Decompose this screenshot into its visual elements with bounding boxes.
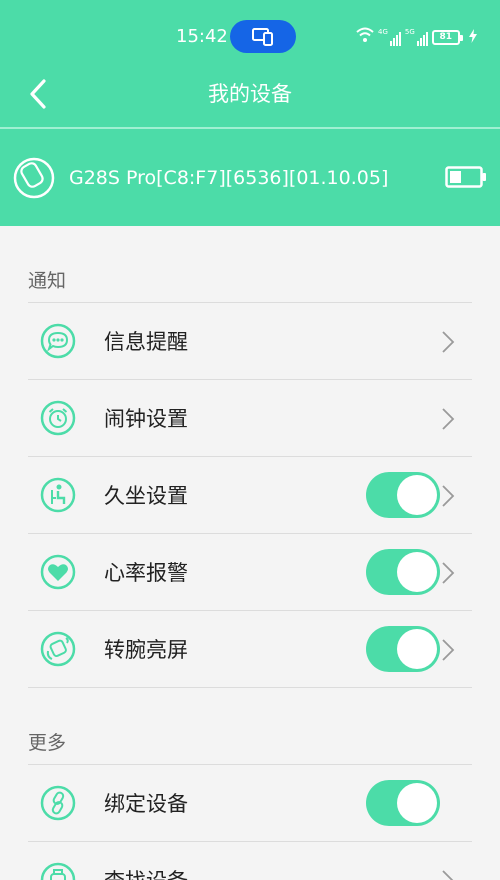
header-bar: 15:42 4G 5G 81 我的设备 G28S Pro[C8:F7][6536… [0, 0, 500, 226]
toggle-knob [397, 475, 437, 515]
row-label: 绑定设备 [104, 792, 188, 816]
device-name: G28S Pro[C8:F7][6536][01.10.05] [69, 167, 389, 189]
chevron-right-icon [440, 407, 456, 431]
wrist-turn-row[interactable]: 转腕亮屏 [28, 611, 472, 687]
status-icons: 4G 5G 81 [356, 24, 477, 50]
heart-rate-alarm-row[interactable]: 心率报警 [28, 534, 472, 610]
battery-icon: 81 [431, 29, 463, 45]
row-label: 久坐设置 [104, 484, 188, 508]
sedentary-settings-row[interactable]: 久坐设置 [28, 457, 472, 533]
find-device-icon [40, 862, 76, 880]
phone-link-icon[interactable] [230, 20, 296, 53]
header-divider [0, 127, 500, 129]
row-label: 查找设备 [104, 866, 188, 880]
message-reminder-row[interactable]: 信息提醒 [28, 303, 472, 379]
alarm-clock-icon [40, 400, 76, 436]
wrist-turn-toggle[interactable] [366, 626, 440, 672]
page-title: 我的设备 [208, 82, 292, 106]
sedentary-icon [40, 477, 76, 513]
toggle-knob [397, 552, 437, 592]
wrist-turn-icon [40, 631, 76, 667]
link-icon [40, 785, 76, 821]
watch-icon [12, 156, 56, 200]
toggle-knob [397, 629, 437, 669]
toggle-knob [397, 783, 437, 823]
row-label: 信息提醒 [104, 330, 188, 354]
row-label: 转腕亮屏 [104, 638, 188, 662]
chevron-right-icon [440, 484, 456, 508]
wifi-icon [356, 27, 374, 47]
chevron-right-icon [440, 561, 456, 585]
battery-low-icon [445, 166, 487, 188]
message-icon [40, 323, 76, 359]
section-header-more: 更多 [28, 732, 67, 754]
section-header-notifications: 通知 [28, 270, 67, 292]
status-time: 15:42 [176, 26, 228, 47]
heart-icon [40, 554, 76, 590]
signal-icon: 4G [378, 28, 401, 46]
chevron-right-icon [440, 638, 456, 662]
row-label: 心率报警 [104, 561, 188, 585]
heart-rate-alarm-toggle[interactable] [366, 549, 440, 595]
sedentary-toggle[interactable] [366, 472, 440, 518]
row-label: 闹钟设置 [104, 407, 188, 431]
network-1-label: 4G [378, 28, 388, 36]
back-arrow-icon[interactable] [18, 74, 58, 114]
chevron-right-icon [440, 330, 456, 354]
alarm-settings-row[interactable]: 闹钟设置 [28, 380, 472, 456]
bind-device-row[interactable]: 绑定设备 [28, 765, 472, 841]
divider [28, 687, 472, 688]
chevron-right-icon [440, 869, 456, 880]
bind-device-toggle[interactable] [366, 780, 440, 826]
charging-icon [468, 28, 477, 47]
signal-icon: 5G [405, 28, 428, 46]
find-device-row[interactable]: 查找设备 [28, 842, 472, 880]
network-2-label: 5G [404, 28, 415, 36]
